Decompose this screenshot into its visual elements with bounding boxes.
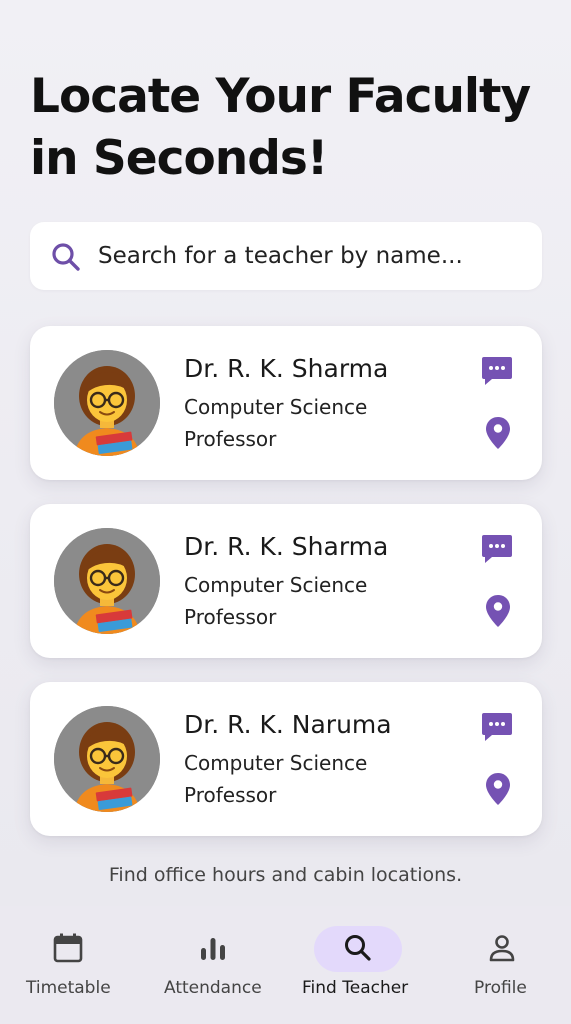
calendar-icon <box>53 933 83 963</box>
avatar <box>54 706 160 812</box>
teacher-role: Professor <box>184 605 277 629</box>
footer-note: Find office hours and cabin locations. <box>108 864 463 886</box>
avatar <box>54 350 160 456</box>
search-input[interactable] <box>98 222 518 290</box>
nav-tab-find-teacher[interactable]: Find Teacher <box>296 906 420 1024</box>
teacher-name: Dr. R. K. Naruma <box>184 710 392 739</box>
nav-label-profile: Profile <box>474 978 527 998</box>
nav-label-timetable: Timetable <box>26 978 111 998</box>
person-icon <box>489 935 515 962</box>
bottom-nav: Timetable Attendance Find Teacher Profil… <box>0 906 571 1024</box>
location-pin-icon[interactable] <box>484 772 512 806</box>
page-title-line-1: Locate Your Faculty <box>30 69 531 124</box>
nav-label-find-teacher: Find Teacher <box>302 978 409 998</box>
teacher-card[interactable]: Dr. R. K. Sharma Computer Science Profes… <box>30 504 542 658</box>
nav-tab-profile[interactable]: Profile <box>464 906 554 1024</box>
page-title-line-2: in Seconds! <box>30 131 328 186</box>
teacher-department: Computer Science <box>184 573 368 597</box>
search-bar[interactable] <box>30 222 542 290</box>
nav-tab-timetable[interactable]: Timetable <box>18 906 122 1024</box>
nav-tab-attendance[interactable]: Attendance <box>160 906 268 1024</box>
location-pin-icon[interactable] <box>484 594 512 628</box>
search-icon <box>52 243 80 271</box>
search-icon <box>345 935 371 961</box>
teacher-role: Professor <box>184 427 277 451</box>
teacher-role: Professor <box>184 783 277 807</box>
nav-label-attendance: Attendance <box>164 978 262 998</box>
teacher-card[interactable]: Dr. R. K. Naruma Computer Science Profes… <box>30 682 542 836</box>
message-icon[interactable] <box>480 532 514 566</box>
teacher-name: Dr. R. K. Sharma <box>184 532 389 561</box>
message-icon[interactable] <box>480 710 514 744</box>
teacher-department: Computer Science <box>184 395 368 419</box>
teacher-name: Dr. R. K. Sharma <box>184 354 389 383</box>
bar-chart-icon <box>201 938 225 960</box>
message-icon[interactable] <box>480 354 514 388</box>
page-title: Locate Your Faculty in Seconds! <box>30 66 550 190</box>
teacher-department: Computer Science <box>184 751 368 775</box>
teacher-card[interactable]: Dr. R. K. Sharma Computer Science Profes… <box>30 326 542 480</box>
location-pin-icon[interactable] <box>484 416 512 450</box>
avatar <box>54 528 160 634</box>
